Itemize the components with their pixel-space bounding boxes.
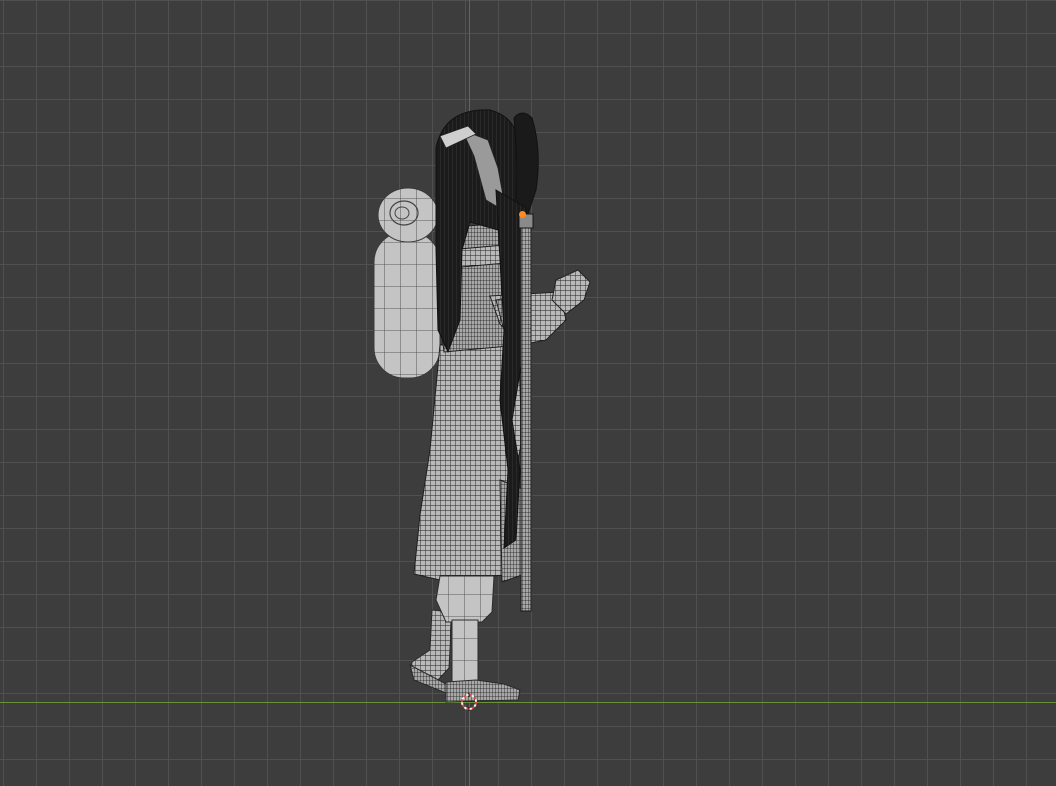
3d-viewport[interactable] <box>0 0 1056 786</box>
backpack-mesh <box>373 187 441 379</box>
character-model[interactable] <box>0 0 1056 786</box>
origin-dot-icon <box>519 211 526 218</box>
staff-mesh <box>518 213 534 612</box>
3d-cursor-icon[interactable] <box>460 693 478 711</box>
